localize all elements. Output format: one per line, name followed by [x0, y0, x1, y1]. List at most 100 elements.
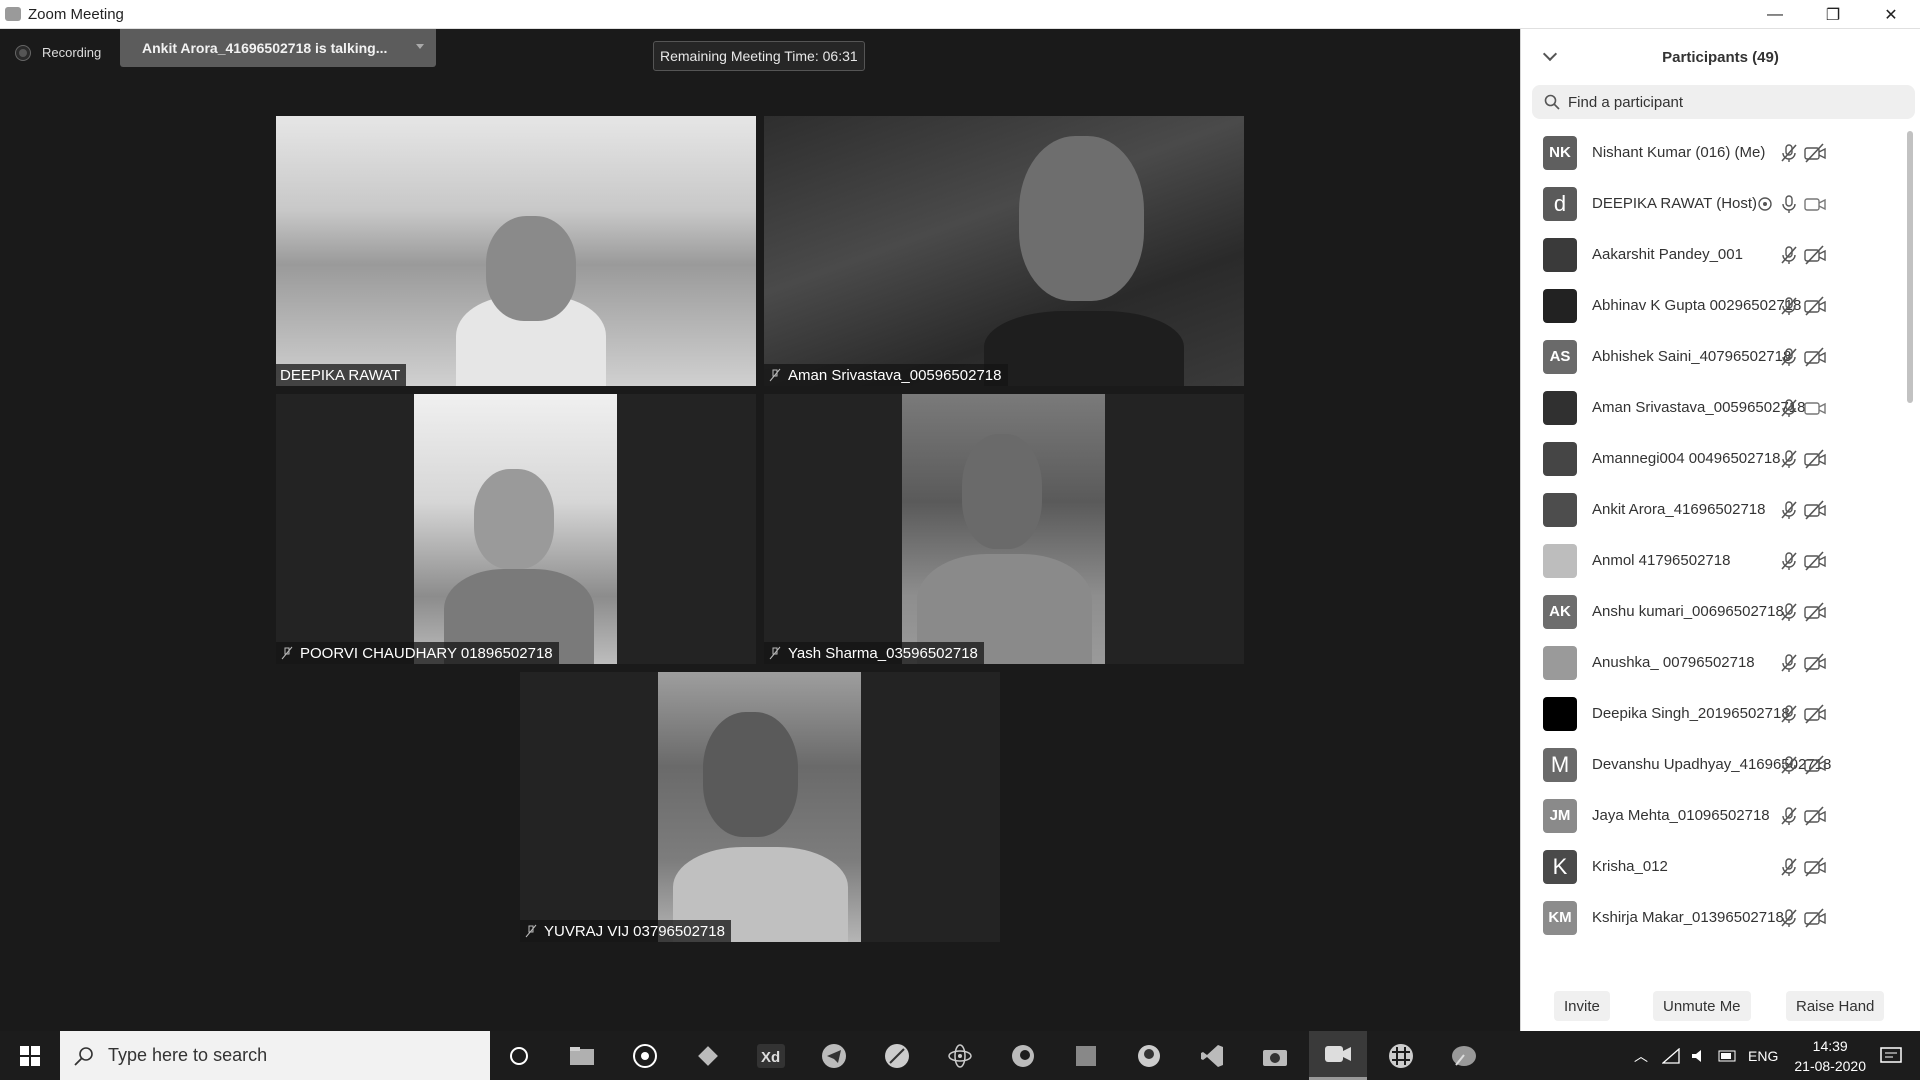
video-tile[interactable]: Aman Srivastava_00596502718 [764, 116, 1244, 386]
avatar: M [1543, 747, 1577, 782]
minimize-button[interactable]: — [1746, 0, 1804, 29]
mic-muted-icon [281, 646, 293, 660]
participant-row[interactable]: Amannegi004 00496502718 [1521, 433, 1905, 484]
git-icon[interactable] [679, 1031, 737, 1080]
mic-muted-icon[interactable] [1779, 296, 1799, 316]
cortana-icon[interactable] [490, 1031, 548, 1080]
video-feed [414, 394, 617, 664]
mic-muted-icon[interactable] [1779, 245, 1799, 265]
recording-indicator[interactable]: Recording [16, 45, 101, 60]
raise-hand-button[interactable]: Raise Hand [1786, 991, 1885, 1021]
video-off-icon[interactable] [1804, 602, 1826, 622]
video-off-icon[interactable] [1804, 857, 1826, 877]
snipping-tool-icon[interactable] [1435, 1031, 1493, 1080]
mic-muted-icon[interactable] [1779, 500, 1799, 520]
close-button[interactable]: ✕ [1862, 0, 1920, 29]
avatar [1543, 441, 1577, 476]
video-off-icon[interactable] [1804, 806, 1826, 826]
vscode-icon[interactable] [1183, 1031, 1241, 1080]
scrollbar-thumb[interactable] [1907, 131, 1913, 403]
participant-search-input[interactable] [1568, 93, 1888, 111]
mic-muted-icon[interactable] [1779, 398, 1799, 418]
unmute-me-button[interactable]: Unmute Me [1653, 991, 1751, 1021]
video-tile[interactable]: YUVRAJ VIJ 03796502718 [520, 672, 1000, 942]
participant-row[interactable]: AS Abhishek Saini_40796502718 [1521, 331, 1905, 382]
participant-row[interactable]: K Krisha_012 [1521, 841, 1905, 892]
video-off-icon[interactable] [1804, 755, 1826, 775]
participant-row[interactable]: Anushka_ 00796502718 [1521, 637, 1905, 688]
avatar [1543, 696, 1577, 731]
taskbar-search-box[interactable]: Type here to search [60, 1031, 490, 1080]
mic-muted-icon[interactable] [1779, 806, 1799, 826]
video-off-icon[interactable] [1804, 653, 1826, 673]
adobe-xd-icon[interactable]: Xd [742, 1031, 800, 1080]
video-icon[interactable] [1804, 194, 1826, 214]
volume-icon[interactable] [1690, 1048, 1708, 1064]
video-off-icon[interactable] [1804, 347, 1826, 367]
chevron-up-icon[interactable]: ︿ [1634, 1046, 1648, 1066]
participant-row[interactable]: Aakarshit Pandey_001 [1521, 229, 1905, 280]
whatsapp-icon[interactable] [616, 1031, 674, 1080]
atom-icon[interactable] [931, 1031, 989, 1080]
invite-button[interactable]: Invite [1554, 991, 1610, 1021]
video-off-icon[interactable] [1804, 449, 1826, 469]
clock[interactable]: 14:39 21-08-2020 [1794, 1036, 1866, 1076]
file-explorer-icon[interactable] [553, 1031, 611, 1080]
language-indicator[interactable]: ENG [1748, 1048, 1778, 1064]
camera-app-icon[interactable] [1246, 1031, 1304, 1080]
mic-muted-icon[interactable] [1779, 551, 1799, 571]
restore-button[interactable]: ❐ [1804, 0, 1862, 29]
collapse-panel-icon[interactable] [1542, 46, 1558, 62]
participant-row[interactable]: Ankit Arora_41696502718 [1521, 484, 1905, 535]
clock-date: 21-08-2020 [1794, 1057, 1866, 1074]
video-tile[interactable]: POORVI CHAUDHARY 01896502718 [276, 394, 756, 664]
mic-muted-icon[interactable] [1779, 704, 1799, 724]
network-icon[interactable] [1662, 1047, 1680, 1064]
participant-row[interactable]: Anmol 41796502718 [1521, 535, 1905, 586]
battery-icon[interactable] [1718, 1049, 1738, 1063]
mic-muted-icon[interactable] [1779, 755, 1799, 775]
participant-row[interactable]: AK Anshu kumari_00696502718 [1521, 586, 1905, 637]
video-off-icon[interactable] [1804, 143, 1826, 163]
slack-icon[interactable] [1372, 1031, 1430, 1080]
video-off-icon[interactable] [1804, 704, 1826, 724]
avatar [1543, 645, 1577, 680]
mic-muted-icon[interactable] [1779, 602, 1799, 622]
participants-scrollbar[interactable] [1906, 127, 1914, 953]
participant-row[interactable]: d DEEPIKA RAWAT (Host) [1521, 178, 1905, 229]
video-off-icon[interactable] [1804, 908, 1826, 928]
mic-muted-icon[interactable] [1779, 908, 1799, 928]
video-feed [764, 116, 1244, 386]
start-button[interactable] [0, 1031, 60, 1080]
mic-muted-icon[interactable] [1779, 449, 1799, 469]
participant-row[interactable]: JM Jaya Mehta_01096502718 [1521, 790, 1905, 841]
video-icon[interactable] [1804, 398, 1826, 418]
participant-row[interactable]: NK Nishant Kumar (016) (Me) [1521, 127, 1905, 178]
video-off-icon[interactable] [1804, 296, 1826, 316]
mic-muted-icon[interactable] [1779, 857, 1799, 877]
notes-app-icon[interactable] [1057, 1031, 1115, 1080]
zoom-taskbar-icon[interactable] [1309, 1031, 1367, 1080]
video-tile[interactable]: DEEPIKA RAWAT [276, 116, 756, 386]
mic-muted-icon[interactable] [1779, 143, 1799, 163]
mic-icon[interactable] [1779, 194, 1799, 214]
participant-row[interactable]: Aman Srivastava_00596502718 [1521, 382, 1905, 433]
participants-footer: Invite Unmute Me Raise Hand [1521, 981, 1920, 1031]
edge-browser-icon[interactable] [994, 1031, 1052, 1080]
participant-search[interactable] [1532, 85, 1915, 119]
inkscape-icon[interactable] [868, 1031, 926, 1080]
participant-row[interactable]: Deepika Singh_20196502718 [1521, 688, 1905, 739]
video-tile[interactable]: Yash Sharma_03596502718 [764, 394, 1244, 664]
active-speaker-banner[interactable]: Ankit Arora_41696502718 is talking... [120, 29, 436, 67]
video-off-icon[interactable] [1804, 245, 1826, 265]
participant-row[interactable]: M Devanshu Upadhyay_41696502718 [1521, 739, 1905, 790]
github-desktop-icon[interactable] [1120, 1031, 1178, 1080]
notifications-icon[interactable] [1880, 1046, 1902, 1066]
mic-muted-icon[interactable] [1779, 347, 1799, 367]
video-off-icon[interactable] [1804, 500, 1826, 520]
telegram-icon[interactable] [805, 1031, 863, 1080]
participant-row[interactable]: KM Kshirja Makar_01396502718 [1521, 892, 1905, 943]
mic-muted-icon[interactable] [1779, 653, 1799, 673]
participant-row[interactable]: Abhinav K Gupta 00296502718 [1521, 280, 1905, 331]
video-off-icon[interactable] [1804, 551, 1826, 571]
